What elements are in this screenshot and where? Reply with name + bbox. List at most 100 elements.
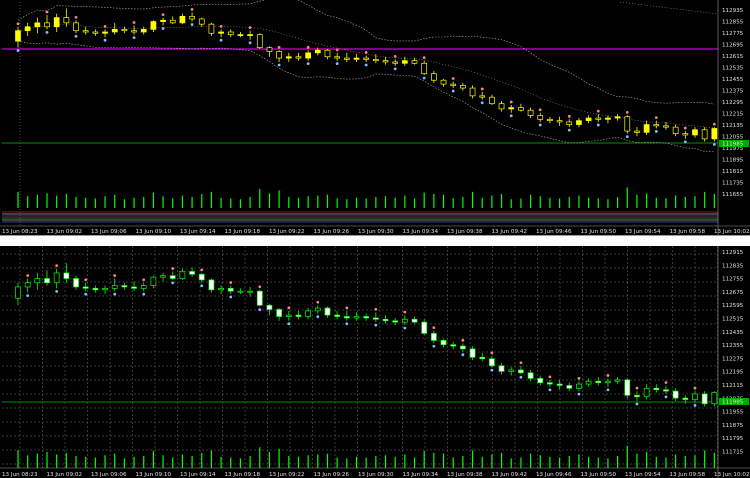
- volume-bar: [75, 197, 77, 208]
- volume-bar: [617, 197, 619, 208]
- volume-bar: [549, 197, 551, 208]
- candle-body: [285, 56, 292, 59]
- volume-bar: [133, 197, 135, 208]
- candle-body: [634, 130, 640, 133]
- time-axis-label: 13 Jun 09:42: [492, 472, 528, 478]
- high-marker: [113, 274, 117, 277]
- volume-bar: [529, 194, 532, 208]
- candle-body: [431, 73, 437, 81]
- low-marker: [403, 326, 407, 330]
- volume-bar: [317, 454, 319, 468]
- volume-bar: [394, 197, 396, 208]
- candle-body: [160, 19, 166, 22]
- volume-bar: [684, 197, 686, 208]
- low-marker: [103, 38, 107, 42]
- candle-body: [314, 307, 321, 312]
- high-marker: [74, 15, 78, 19]
- volume-bar: [123, 199, 125, 208]
- volume-bar: [578, 195, 580, 208]
- volume-bar: [491, 195, 493, 208]
- candle-body: [343, 57, 350, 60]
- volume-bar: [636, 453, 638, 468]
- time-axis-label: 13 Jun 09:34: [403, 472, 439, 478]
- low-marker: [519, 375, 523, 379]
- time-axis-label: 13 Jun 09:38: [447, 229, 483, 235]
- candle-body: [401, 318, 408, 323]
- volume-bar: [46, 452, 48, 468]
- time-axis-label: 13 Jun 09:54: [625, 229, 661, 235]
- candle-body: [392, 61, 399, 64]
- volume-bar: [210, 191, 213, 208]
- candle-body: [547, 118, 553, 121]
- high-marker: [538, 108, 542, 112]
- low-marker: [26, 294, 30, 297]
- volume-bar: [336, 457, 338, 468]
- candle-body: [595, 117, 602, 120]
- candle-body: [614, 116, 621, 119]
- candle-body: [208, 23, 215, 34]
- time-axis-label: 13 Jun 09:58: [670, 229, 706, 235]
- candle-body: [343, 316, 350, 319]
- low-marker: [248, 41, 252, 45]
- high-marker: [335, 48, 339, 52]
- candle-body: [276, 309, 282, 317]
- upper-chart-canvas[interactable]: 112935 112855 112775 112695 112615 112535 1124…: [0, 0, 750, 236]
- volume-bar: [704, 450, 706, 468]
- candle-body: [295, 56, 302, 59]
- candle-body: [150, 276, 157, 286]
- lower-chart-panel[interactable]: 112915 112835 112755 112675 112595 112515 1124…: [0, 246, 750, 478]
- candle-body: [353, 316, 360, 319]
- high-marker: [654, 116, 658, 120]
- price-axis-label: 112515: [722, 317, 744, 323]
- low-marker: [654, 130, 658, 133]
- volume-bar: [597, 457, 599, 468]
- volume-bar: [423, 451, 425, 468]
- candle-body: [440, 79, 447, 85]
- volume-bar: [326, 194, 329, 208]
- candle-body: [460, 345, 466, 350]
- volume-bar: [201, 452, 203, 468]
- high-marker: [364, 51, 368, 54]
- candle-body: [24, 282, 31, 288]
- volume-bar: [172, 457, 174, 468]
- candle-body: [131, 30, 137, 33]
- time-axis-label: 13 Jun 09:22: [269, 229, 305, 235]
- candle-body: [208, 279, 215, 291]
- candle-body: [479, 95, 486, 98]
- candle-body: [382, 60, 389, 63]
- volume-bar: [558, 457, 561, 468]
- current-price-value: 111985: [722, 400, 744, 406]
- time-axis-label: 13 Jun 09:38: [447, 472, 483, 478]
- volume-bar: [278, 190, 280, 208]
- price-axis-label: 112135: [722, 123, 744, 129]
- time-axis-label: 13 Jun 09:06: [91, 229, 127, 235]
- candle-body: [334, 56, 341, 59]
- candle-body: [102, 31, 108, 34]
- high-marker: [509, 100, 513, 104]
- candle-body: [324, 307, 331, 316]
- candle-body: [363, 316, 370, 319]
- time-axis-label: 13 Jun 09:14: [180, 472, 216, 478]
- lower-chart-canvas[interactable]: 112915 112835 112755 112675 112595 112515 1124…: [0, 246, 750, 478]
- volume-bar: [297, 456, 300, 468]
- candle-body: [189, 15, 195, 20]
- price-axis-label: 112855: [722, 20, 744, 26]
- candle-body: [140, 29, 147, 33]
- candle-body: [498, 365, 505, 372]
- candle-body: [44, 22, 50, 28]
- volume-bar: [346, 199, 348, 208]
- candle-body: [227, 31, 234, 35]
- volume-bar: [181, 454, 184, 468]
- time-axis-label: 13 Jun 09:46: [536, 472, 572, 478]
- volume-bar: [278, 448, 280, 468]
- candle-body: [537, 115, 544, 120]
- volume-bar: [452, 198, 454, 208]
- candle-body: [102, 288, 108, 291]
- low-marker: [664, 395, 668, 399]
- high-marker: [200, 268, 204, 272]
- time-axis-label: 13 Jun 09:18: [225, 229, 261, 235]
- upper-chart-panel[interactable]: 112935 112855 112775 112695 112615 112535 1124…: [0, 0, 750, 236]
- low-marker: [171, 281, 175, 285]
- high-marker: [480, 87, 484, 91]
- volume-bar: [162, 455, 164, 468]
